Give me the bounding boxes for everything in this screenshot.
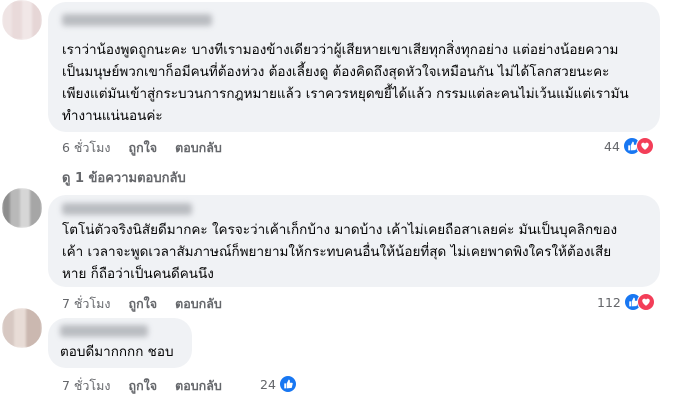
reaction-count: 24	[260, 376, 276, 392]
comment-line: ทำงานแน่นอนค่ะ	[62, 108, 163, 124]
like-reaction-icon	[278, 375, 297, 393]
comment-line: เพียงแต่มันเข้าสู่กระบวนการกฎหมายแล้ว เร…	[62, 86, 629, 102]
reaction-summary[interactable]: 44	[604, 137, 654, 155]
avatar[interactable]	[2, 0, 42, 40]
love-reaction-icon	[636, 293, 655, 311]
like-button[interactable]: ถูกใจ	[129, 376, 158, 396]
reaction-summary[interactable]: 24	[260, 375, 297, 393]
reaction-count: 112	[597, 294, 621, 310]
comment-timestamp[interactable]: 7 ชั่วโมง	[62, 294, 111, 314]
comment-timestamp[interactable]: 7 ชั่วโมง	[62, 376, 111, 396]
love-reaction-icon	[635, 137, 654, 155]
reply-button[interactable]: ตอบกลับ	[175, 294, 222, 314]
comment-actions: 7 ชั่วโมง ถูกใจ ตอบกลับ	[62, 376, 222, 396]
comments-section: เราว่าน้องพูดถูกนะคะ บางทีเรามองข้างเดีย…	[0, 0, 700, 402]
avatar[interactable]	[2, 188, 42, 228]
comment-bubble: เราว่าน้องพูดถูกนะคะ บางทีเรามองข้างเดีย…	[48, 2, 660, 132]
comment-bubble: โตโน่ตัวจริงนิสัยดีมากคะ ใครจะว่าเค้าเก็…	[48, 195, 660, 287]
comment-actions: 7 ชั่วโมง ถูกใจ ตอบกลับ	[62, 294, 222, 314]
author-name-blurred[interactable]	[62, 203, 192, 215]
comment-actions: 6 ชั่วโมง ถูกใจ ตอบกลับ	[62, 138, 222, 158]
comment-line: เราว่าน้องพูดถูกนะคะ บางทีเรามองข้างเดีย…	[62, 42, 619, 58]
comment-line: หาย ก็ถือว่าเป็นคนดีคนนึง	[62, 266, 214, 282]
like-button[interactable]: ถูกใจ	[129, 294, 158, 314]
reaction-summary[interactable]: 112	[597, 293, 655, 311]
reply-button[interactable]: ตอบกลับ	[175, 376, 222, 396]
comment-bubble: ตอบดีมากกกก ชอบ	[48, 318, 192, 368]
like-button[interactable]: ถูกใจ	[129, 138, 158, 158]
view-replies-link[interactable]: ดู 1 ข้อความตอบกลับ	[62, 167, 186, 188]
comment-line: ตอบดีมากกกก ชอบ	[60, 344, 174, 360]
reply-button[interactable]: ตอบกลับ	[175, 138, 222, 158]
comment-line: เค้า เวลาจะพูดเวลาสัมภาษณ์ก็พยายามให้กระ…	[62, 244, 612, 260]
avatar[interactable]	[2, 308, 42, 348]
author-name-blurred[interactable]	[60, 325, 148, 337]
comment-timestamp[interactable]: 6 ชั่วโมง	[62, 138, 111, 158]
comment-line: โตโน่ตัวจริงนิสัยดีมากคะ ใครจะว่าเค้าเก็…	[62, 222, 618, 238]
reaction-count: 44	[604, 138, 620, 154]
author-name-blurred[interactable]	[62, 14, 212, 26]
comment-line: เป็นมนุษย์พวกเขาก็อมีคนที่ต้องห่วง ต้องเ…	[62, 64, 610, 80]
